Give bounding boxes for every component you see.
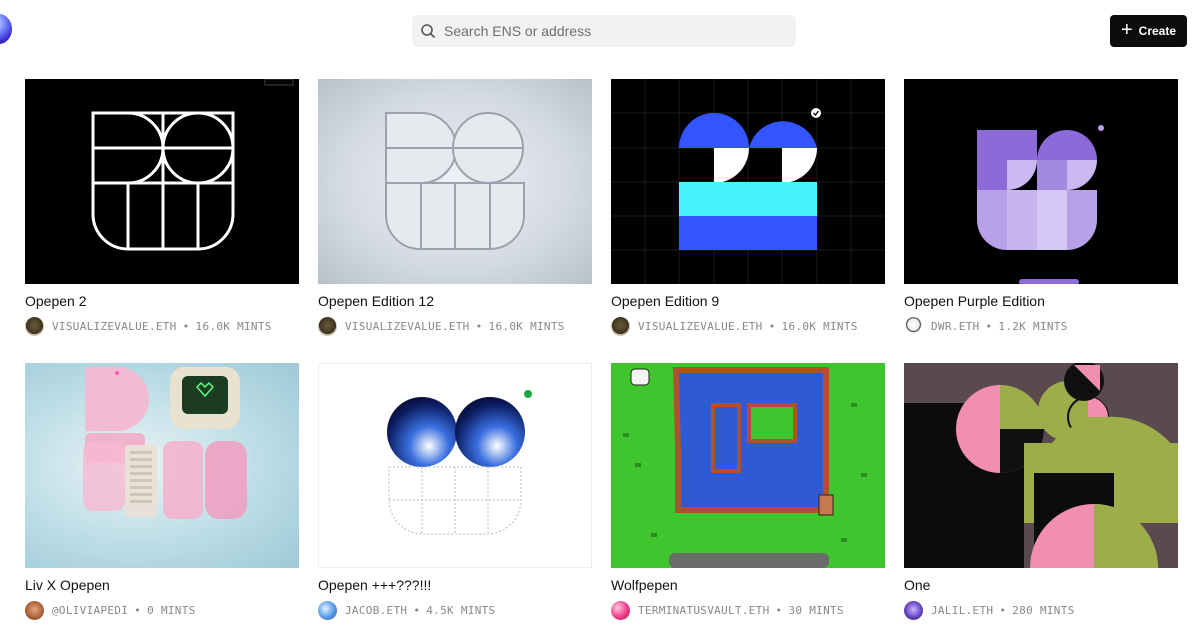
search-icon: [421, 24, 435, 38]
meta-separator: •: [475, 319, 483, 333]
collection-title[interactable]: Liv X Opepen: [25, 577, 299, 594]
creator-name[interactable]: TERMINATUSVAULT.ETH: [638, 604, 770, 617]
creator-name[interactable]: JALIL.ETH: [931, 604, 993, 617]
collection-thumbnail[interactable]: [318, 363, 592, 568]
search-input[interactable]: [444, 23, 784, 39]
creator-avatar[interactable]: [904, 316, 923, 336]
collection-title[interactable]: Opepen 2: [25, 293, 299, 310]
meta-separator: •: [182, 319, 190, 333]
collection-meta: VISUALIZEVALUE.ETH • 16.0K MINTS: [611, 316, 885, 336]
collection-title[interactable]: Opepen Purple Edition: [904, 293, 1178, 310]
collection-title[interactable]: One: [904, 577, 1178, 594]
collection-card[interactable]: Opepen Edition 9 VISUALIZEVALUE.ETH • 16…: [611, 79, 885, 336]
mint-count: 16.0K MINTS: [195, 319, 272, 333]
collection-thumbnail[interactable]: [318, 79, 592, 284]
creator-avatar[interactable]: [318, 600, 337, 620]
collection-title[interactable]: Wolfpepen: [611, 577, 885, 594]
collection-title[interactable]: Opepen Edition 12: [318, 293, 592, 310]
meta-separator: •: [413, 603, 421, 617]
collection-card[interactable]: Opepen +++???!!! JACOB.ETH • 4.5K MINTS: [318, 363, 592, 620]
collection-thumbnail[interactable]: [904, 363, 1178, 568]
collection-thumbnail[interactable]: [25, 79, 299, 284]
collection-meta: TERMINATUSVAULT.ETH • 30 MINTS: [611, 600, 885, 620]
app-logo[interactable]: [0, 14, 12, 44]
creator-avatar[interactable]: [611, 316, 630, 336]
mint-count: 1.2K MINTS: [998, 319, 1068, 333]
creator-avatar[interactable]: [318, 316, 337, 336]
collection-title[interactable]: Opepen Edition 9: [611, 293, 885, 310]
creator-name[interactable]: @OLIVIAPEDI: [52, 604, 128, 617]
creator-avatar[interactable]: [25, 316, 44, 336]
creator-name[interactable]: VISUALIZEVALUE.ETH: [52, 320, 177, 333]
mint-count: 280 MINTS: [1012, 603, 1075, 617]
collection-thumbnail[interactable]: [611, 363, 885, 568]
mint-count: 30 MINTS: [788, 603, 844, 617]
creator-name[interactable]: JACOB.ETH: [345, 604, 407, 617]
meta-separator: •: [775, 603, 783, 617]
creator-avatar[interactable]: [611, 600, 630, 620]
meta-separator: •: [768, 319, 776, 333]
collection-card[interactable]: Opepen 2 VISUALIZEVALUE.ETH • 16.0K MINT…: [25, 79, 299, 336]
creator-avatar[interactable]: [25, 600, 44, 620]
collection-meta: VISUALIZEVALUE.ETH • 16.0K MINTS: [318, 316, 592, 336]
creator-name[interactable]: VISUALIZEVALUE.ETH: [345, 320, 470, 333]
mint-count: 0 MINTS: [147, 603, 196, 617]
collection-card[interactable]: Opepen Edition 12 VISUALIZEVALUE.ETH • 1…: [318, 79, 592, 336]
collection-title[interactable]: Opepen +++???!!!: [318, 577, 592, 594]
create-button[interactable]: + Create: [1110, 15, 1187, 47]
meta-separator: •: [134, 603, 142, 617]
collection-thumbnail[interactable]: [611, 79, 885, 284]
meta-separator: •: [985, 319, 993, 333]
creator-name[interactable]: DWR.ETH: [931, 320, 979, 333]
collection-thumbnail[interactable]: [904, 79, 1178, 284]
collection-meta: @OLIVIAPEDI • 0 MINTS: [25, 600, 299, 620]
collection-meta: VISUALIZEVALUE.ETH • 16.0K MINTS: [25, 316, 299, 336]
creator-avatar[interactable]: [904, 600, 923, 620]
mint-count: 16.0K MINTS: [781, 319, 858, 333]
mint-count: 16.0K MINTS: [488, 319, 565, 333]
collection-card[interactable]: Wolfpepen TERMINATUSVAULT.ETH • 30 MINTS: [611, 363, 885, 620]
collection-meta: JALIL.ETH • 280 MINTS: [904, 600, 1178, 620]
collection-card[interactable]: One JALIL.ETH • 280 MINTS: [904, 363, 1178, 620]
search-bar[interactable]: [412, 15, 796, 47]
collection-card[interactable]: Opepen Purple Edition DWR.ETH • 1.2K MIN…: [904, 79, 1178, 336]
collection-card[interactable]: Liv X Opepen @OLIVIAPEDI • 0 MINTS: [25, 363, 299, 620]
plus-icon: +: [1120, 19, 1133, 41]
creator-name[interactable]: VISUALIZEVALUE.ETH: [638, 320, 763, 333]
collection-meta: JACOB.ETH • 4.5K MINTS: [318, 600, 592, 620]
collection-thumbnail[interactable]: [25, 363, 299, 568]
mint-count: 4.5K MINTS: [426, 603, 496, 617]
collection-meta: DWR.ETH • 1.2K MINTS: [904, 316, 1178, 336]
create-button-label: Create: [1138, 24, 1177, 38]
meta-separator: •: [999, 603, 1007, 617]
